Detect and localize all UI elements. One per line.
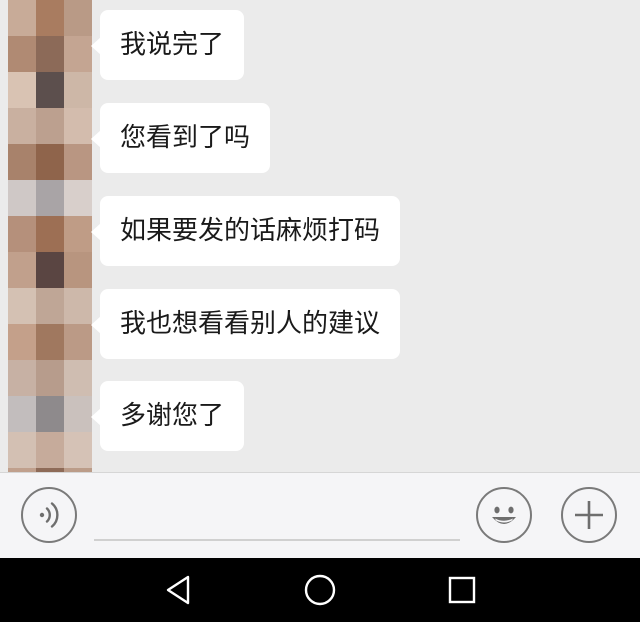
plus-icon xyxy=(563,489,615,541)
avatar-mosaic-cell xyxy=(64,324,92,360)
avatar-mosaic-cell xyxy=(8,0,36,36)
avatar-mosaic-cell xyxy=(64,0,92,36)
avatar-mosaic-cell xyxy=(8,144,36,180)
avatar-mosaic-cell xyxy=(64,252,92,288)
avatar-mosaic-cell xyxy=(8,360,36,396)
avatar-mosaic-cell xyxy=(8,72,36,108)
avatar-mosaic-cell xyxy=(64,360,92,396)
avatar-mosaic-cell xyxy=(64,432,92,468)
message-row: 我也想看看别人的建议 xyxy=(90,289,401,359)
avatar-mosaic-cell xyxy=(8,252,36,288)
circle-home-icon xyxy=(302,574,338,612)
back-button[interactable] xyxy=(160,572,196,608)
avatar-mosaic-cell xyxy=(36,36,64,72)
avatar-mosaic-cell xyxy=(64,180,92,216)
avatar-mosaic-cell xyxy=(36,216,64,252)
avatar-mosaic-cell xyxy=(8,288,36,324)
avatar-mosaic-cell xyxy=(36,396,64,432)
avatar-mosaic-cell xyxy=(64,108,92,144)
message-input[interactable] xyxy=(94,489,460,541)
message-bubble[interactable]: 我也想看看别人的建议 xyxy=(90,289,401,359)
recents-button[interactable] xyxy=(444,572,480,608)
voice-wave-icon xyxy=(23,489,75,541)
square-recents-icon xyxy=(444,576,480,612)
message-bubble[interactable]: 您看到了吗 xyxy=(90,103,271,173)
avatar-mosaic-cell xyxy=(8,108,36,144)
avatar-mosaic-cell xyxy=(8,216,36,252)
avatar-mosaic-cell xyxy=(8,432,36,468)
navigation-bar xyxy=(0,558,640,622)
avatar-mosaic-cell xyxy=(36,144,64,180)
message-row: 多谢您了 xyxy=(90,381,245,451)
message-row: 我说完了 xyxy=(90,10,245,80)
message-bubble[interactable]: 我说完了 xyxy=(90,10,245,80)
avatar-mosaic-cell xyxy=(36,360,64,396)
triangle-back-icon xyxy=(160,575,196,612)
avatar-mosaic-cell xyxy=(8,324,36,360)
message-list[interactable]: 我说完了 您看到了吗 如果要发的话麻烦打码 我也想看看别人的建议 多谢您了 xyxy=(0,0,640,540)
chat-screen: 我说完了 您看到了吗 如果要发的话麻烦打码 我也想看看别人的建议 多谢您了 xyxy=(0,0,640,622)
home-button[interactable] xyxy=(302,572,338,608)
avatar-mosaic-cell xyxy=(8,36,36,72)
message-row: 如果要发的话麻烦打码 xyxy=(90,196,401,266)
avatar-mosaic-cell xyxy=(36,180,64,216)
avatar-mosaic-cell xyxy=(8,396,36,432)
message-bubble[interactable]: 如果要发的话麻烦打码 xyxy=(90,196,401,266)
more-button[interactable] xyxy=(561,487,617,543)
message-bubble[interactable]: 多谢您了 xyxy=(90,381,245,451)
avatar-mosaic-cell xyxy=(64,396,92,432)
emoji-button[interactable] xyxy=(476,487,532,543)
avatar-mosaic-cell xyxy=(64,144,92,180)
avatar-mosaic-cell xyxy=(64,72,92,108)
avatar-mosaic-cell xyxy=(64,288,92,324)
avatar-mosaic-cell xyxy=(36,108,64,144)
avatar[interactable] xyxy=(8,0,92,540)
avatar-mosaic-cell xyxy=(36,72,64,108)
smiley-icon xyxy=(478,489,530,541)
voice-input-button[interactable] xyxy=(21,487,77,543)
avatar-mosaic-cell xyxy=(36,432,64,468)
avatar-mosaic-cell xyxy=(64,216,92,252)
input-bar xyxy=(0,472,640,558)
avatar-mosaic-cell xyxy=(8,180,36,216)
avatar-mosaic-cell xyxy=(36,0,64,36)
avatar-mosaic-cell xyxy=(36,324,64,360)
avatar-mosaic-cell xyxy=(64,36,92,72)
message-row: 您看到了吗 xyxy=(90,103,271,173)
avatar-mosaic-cell xyxy=(36,288,64,324)
avatar-mosaic-cell xyxy=(36,252,64,288)
